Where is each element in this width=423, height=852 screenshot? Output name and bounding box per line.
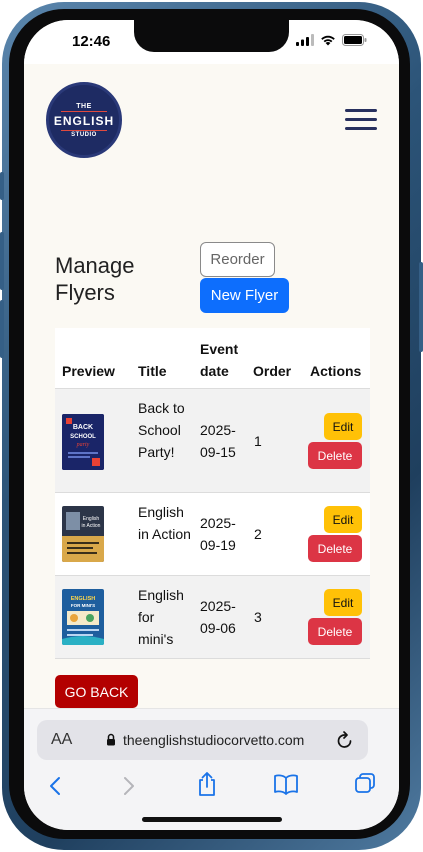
status-time: 12:46: [72, 33, 111, 50]
row-event-date: 2025-09-19: [200, 515, 236, 553]
header-preview: Preview: [62, 363, 115, 379]
svg-text:in Action: in Action: [82, 523, 101, 529]
hamburger-menu-icon[interactable]: [345, 109, 377, 131]
reader-aa-button[interactable]: AA: [51, 731, 72, 749]
reload-icon[interactable]: [336, 730, 354, 750]
table-row: BACK SCHOOL party Back to School Party! …: [55, 389, 370, 493]
home-indicator: [142, 817, 282, 822]
flyer-thumbnail[interactable]: BACK SCHOOL party: [62, 414, 104, 470]
phone-power-button: [419, 262, 423, 352]
logo-text-top: THE: [76, 102, 92, 110]
row-title: English for mini's: [138, 587, 184, 647]
svg-text:SCHOOL: SCHOOL: [70, 434, 96, 440]
notch: [134, 20, 289, 52]
cellular-signal-icon: [296, 34, 314, 46]
lock-icon: [107, 733, 115, 746]
browser-bar: AA theenglishstudiocorvetto.com: [24, 708, 399, 830]
bookmarks-icon[interactable]: [273, 773, 299, 795]
page-title: Manage Flyers: [55, 253, 135, 305]
svg-text:English: English: [83, 516, 100, 522]
status-bar: 12:46: [24, 20, 399, 64]
screen: 12:46 THE ENGLISH STUDIO Manage Flyers R…: [24, 20, 399, 830]
status-icons: [296, 34, 367, 46]
svg-text:BACK: BACK: [73, 424, 93, 431]
phone-side-button: [0, 172, 4, 200]
logo-divider: [61, 110, 107, 112]
svg-text:ENGLISH: ENGLISH: [71, 596, 95, 602]
wifi-icon: [321, 35, 335, 46]
studio-logo[interactable]: THE ENGLISH STUDIO: [46, 82, 122, 158]
tabs-icon[interactable]: [354, 772, 376, 794]
row-event-date: 2025-09-15: [200, 422, 236, 460]
flyer-thumbnail[interactable]: English in Action: [62, 506, 104, 562]
delete-button[interactable]: Delete: [308, 535, 362, 562]
svg-text:party: party: [76, 442, 90, 448]
flyer-thumbnail[interactable]: ENGLISH FOR MINI'S: [62, 589, 104, 645]
logo-text-sub: STUDIO: [71, 131, 97, 138]
delete-button[interactable]: Delete: [308, 618, 362, 645]
table-header: Preview Title Event date Order Actions: [55, 328, 370, 389]
edit-button[interactable]: Edit: [324, 589, 362, 616]
share-icon[interactable]: [196, 771, 218, 797]
edit-button[interactable]: Edit: [324, 506, 362, 533]
edit-button[interactable]: Edit: [324, 413, 362, 440]
phone-volume-down: [0, 300, 4, 358]
row-order: 3: [254, 609, 262, 625]
logo-text-main: ENGLISH: [53, 113, 115, 128]
address-bar[interactable]: AA theenglishstudiocorvetto.com: [37, 720, 368, 760]
row-title: English in Action: [138, 504, 191, 542]
delete-button[interactable]: Delete: [308, 442, 362, 469]
table-row: English in Action English in Action 2025…: [55, 493, 370, 576]
table-row: ENGLISH FOR MINI'S English for mini's 20…: [55, 576, 370, 659]
header-title: Title: [138, 363, 167, 379]
row-title: Back to School Party!: [138, 400, 185, 460]
flyers-table: Preview Title Event date Order Actions B…: [55, 328, 370, 659]
battery-icon: [342, 34, 367, 46]
logo-divider: [61, 129, 107, 131]
go-back-button[interactable]: GO BACK: [55, 675, 138, 708]
phone-volume-up: [0, 232, 4, 290]
row-order: 2: [254, 526, 262, 542]
back-arrow-icon[interactable]: [48, 775, 62, 797]
row-event-date: 2025-09-06: [200, 598, 236, 636]
header-order: Order: [253, 363, 292, 379]
reorder-button[interactable]: Reorder: [200, 242, 275, 277]
header-actions: Actions: [310, 363, 362, 379]
url-text: theenglishstudiocorvetto.com: [123, 732, 305, 748]
svg-text:FOR MINI'S: FOR MINI'S: [71, 603, 95, 608]
header-event-date: Event date: [200, 341, 239, 379]
new-flyer-button[interactable]: New Flyer: [200, 278, 289, 313]
forward-arrow-icon[interactable]: [122, 775, 136, 797]
row-order: 1: [254, 433, 262, 449]
